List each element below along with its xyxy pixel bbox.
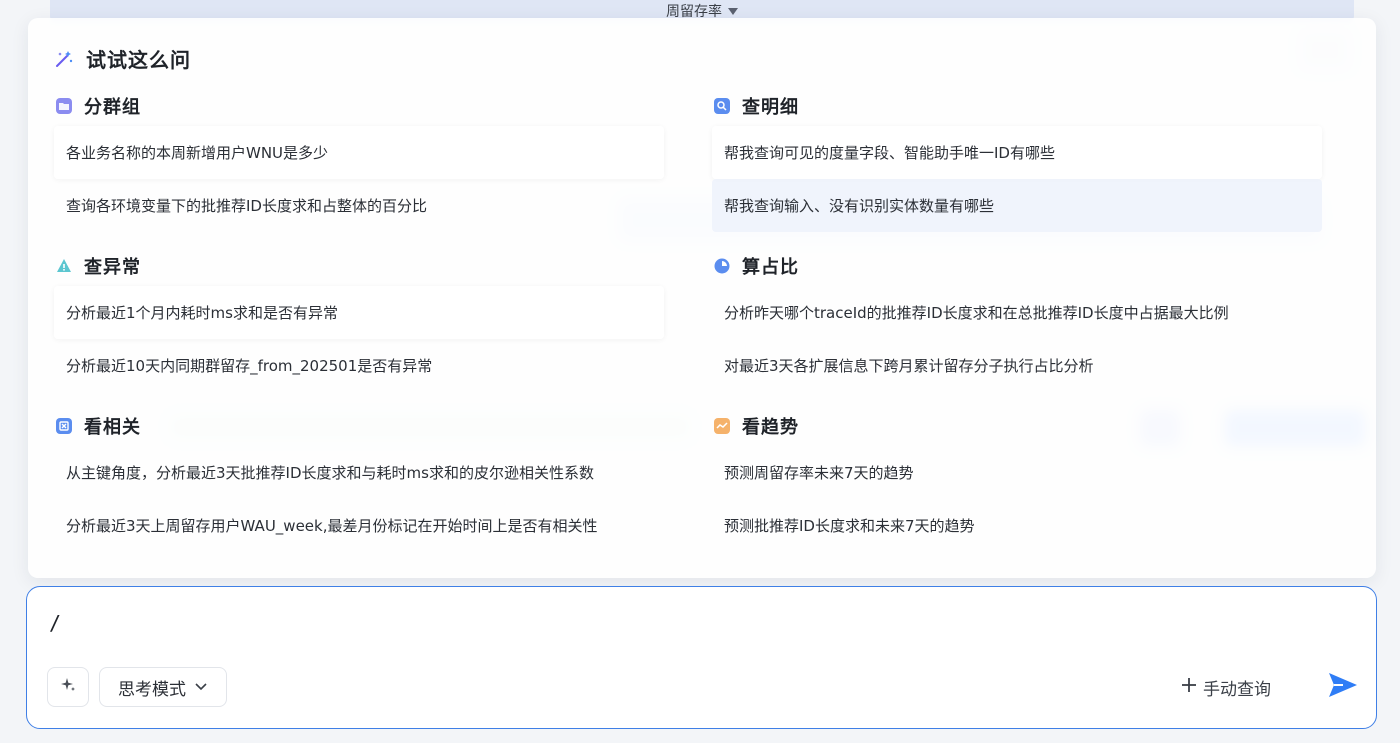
suggestion-item[interactable]: 预测周留存率未来7天的趋势 xyxy=(712,446,1322,499)
group-title: 看相关 xyxy=(56,414,664,438)
chat-composer[interactable]: / 思考模式 手动查询 xyxy=(26,586,1377,729)
suggestion-text: 分析最近3天上周留存用户WAU_week,最差月份标记在开始时间上是否有相关性 xyxy=(66,517,598,535)
suggestion-item[interactable]: 分析最近1个月内耗时ms求和是否有异常 xyxy=(54,286,664,339)
sparkle-button[interactable] xyxy=(47,667,89,707)
group-label: 算占比 xyxy=(742,257,799,278)
suggestion-text: 分析最近10天内同期群留存_from_202501是否有异常 xyxy=(66,357,433,375)
panel-title: 试试这么问 xyxy=(86,48,191,72)
suggestion-text: 从主键角度，分析最近3天批推荐ID长度求和与耗时ms求和的皮尔逊相关性系数 xyxy=(66,464,594,482)
group-label: 看趋势 xyxy=(742,417,799,438)
suggestion-item[interactable]: 分析最近3天上周留存用户WAU_week,最差月份标记在开始时间上是否有相关性 xyxy=(54,499,664,552)
magic-wand-icon xyxy=(54,49,74,69)
suggestion-item[interactable]: 分析最近10天内同期群留存_from_202501是否有异常 xyxy=(54,339,664,392)
composer-input[interactable]: / xyxy=(49,611,61,635)
group-title: 分群组 xyxy=(56,94,664,118)
group-correlation: 看相关 从主键角度，分析最近3天批推荐ID长度求和与耗时ms求和的皮尔逊相关性系… xyxy=(28,414,664,552)
suggestion-item[interactable]: 分析昨天哪个traceId的批推荐ID长度求和在总批推荐ID长度中占据最大比例 xyxy=(712,286,1322,339)
group-detail: 查明细 帮我查询可见的度量字段、智能助手唯一ID有哪些 帮我查询输入、没有识别实… xyxy=(686,94,1322,232)
suggestion-text: 查询各环境变量下的批推荐ID长度求和占整体的百分比 xyxy=(66,197,427,215)
suggestion-panel: 试试这么问 分群组 各业务名称的本周新增用户WNU是多少 查询各环境变量下的批推… xyxy=(28,18,1376,578)
group-label: 查异常 xyxy=(84,257,141,278)
panel-header: 试试这么问 xyxy=(54,44,191,73)
suggestion-text: 各业务名称的本周新增用户WNU是多少 xyxy=(66,144,329,162)
suggestion-item[interactable]: 预测批推荐ID长度求和未来7天的趋势 xyxy=(712,499,1322,552)
folder-icon xyxy=(56,98,72,114)
group-ratio: 算占比 分析昨天哪个traceId的批推荐ID长度求和在总批推荐ID长度中占据最… xyxy=(686,254,1322,392)
magnifier-icon xyxy=(714,98,730,114)
group-anomaly: 查异常 分析最近1个月内耗时ms求和是否有异常 分析最近10天内同期群留存_fr… xyxy=(28,254,664,392)
suggestion-text: 预测批推荐ID长度求和未来7天的趋势 xyxy=(724,517,975,535)
manual-query-label: 手动查询 xyxy=(1203,679,1271,700)
trend-icon xyxy=(714,418,730,434)
send-icon xyxy=(1327,671,1359,703)
warning-icon xyxy=(56,258,72,274)
suggestion-item[interactable]: 对最近3天各扩展信息下跨月累计留存分子执行占比分析 xyxy=(712,339,1322,392)
group-label: 分群组 xyxy=(84,97,141,118)
group-title: 查明细 xyxy=(714,94,1322,118)
correlation-icon xyxy=(56,418,72,434)
group-trend: 看趋势 预测周留存率未来7天的趋势 预测批推荐ID长度求和未来7天的趋势 xyxy=(686,414,1322,552)
plus-icon xyxy=(1181,677,1197,698)
chevron-down-icon xyxy=(194,677,208,697)
group-label: 看相关 xyxy=(84,417,141,438)
mode-label: 思考模式 xyxy=(118,679,186,700)
group-segment: 分群组 各业务名称的本周新增用户WNU是多少 查询各环境变量下的批推荐ID长度求… xyxy=(28,94,664,232)
group-title: 看趋势 xyxy=(714,414,1322,438)
suggestion-text: 分析昨天哪个traceId的批推荐ID长度求和在总批推荐ID长度中占据最大比例 xyxy=(724,304,1229,322)
group-label: 查明细 xyxy=(742,97,799,118)
thinking-mode-dropdown[interactable]: 思考模式 xyxy=(99,667,227,707)
suggestion-text: 帮我查询可见的度量字段、智能助手唯一ID有哪些 xyxy=(724,144,1055,162)
sparkle-icon xyxy=(59,676,77,698)
suggestion-item[interactable]: 各业务名称的本周新增用户WNU是多少 xyxy=(54,126,664,179)
group-title: 算占比 xyxy=(714,254,1322,278)
suggestion-text: 对最近3天各扩展信息下跨月累计留存分子执行占比分析 xyxy=(724,357,1094,375)
suggestion-item[interactable]: 查询各环境变量下的批推荐ID长度求和占整体的百分比 xyxy=(54,179,664,232)
suggestion-text: 分析最近1个月内耗时ms求和是否有异常 xyxy=(66,304,338,322)
dropdown-triangle-icon xyxy=(728,7,738,15)
pie-chart-icon xyxy=(714,258,730,274)
suggestion-item[interactable]: 帮我查询输入、没有识别实体数量有哪些 xyxy=(712,179,1322,232)
send-button[interactable] xyxy=(1323,667,1363,707)
suggestion-item[interactable]: 从主键角度，分析最近3天批推荐ID长度求和与耗时ms求和的皮尔逊相关性系数 xyxy=(54,446,664,499)
suggestion-text: 预测周留存率未来7天的趋势 xyxy=(724,464,914,482)
suggestion-item[interactable]: 帮我查询可见的度量字段、智能助手唯一ID有哪些 xyxy=(712,126,1322,179)
manual-query-button[interactable]: 手动查询 xyxy=(1181,673,1271,701)
suggestion-text: 帮我查询输入、没有识别实体数量有哪些 xyxy=(724,197,995,215)
group-title: 查异常 xyxy=(56,254,664,278)
